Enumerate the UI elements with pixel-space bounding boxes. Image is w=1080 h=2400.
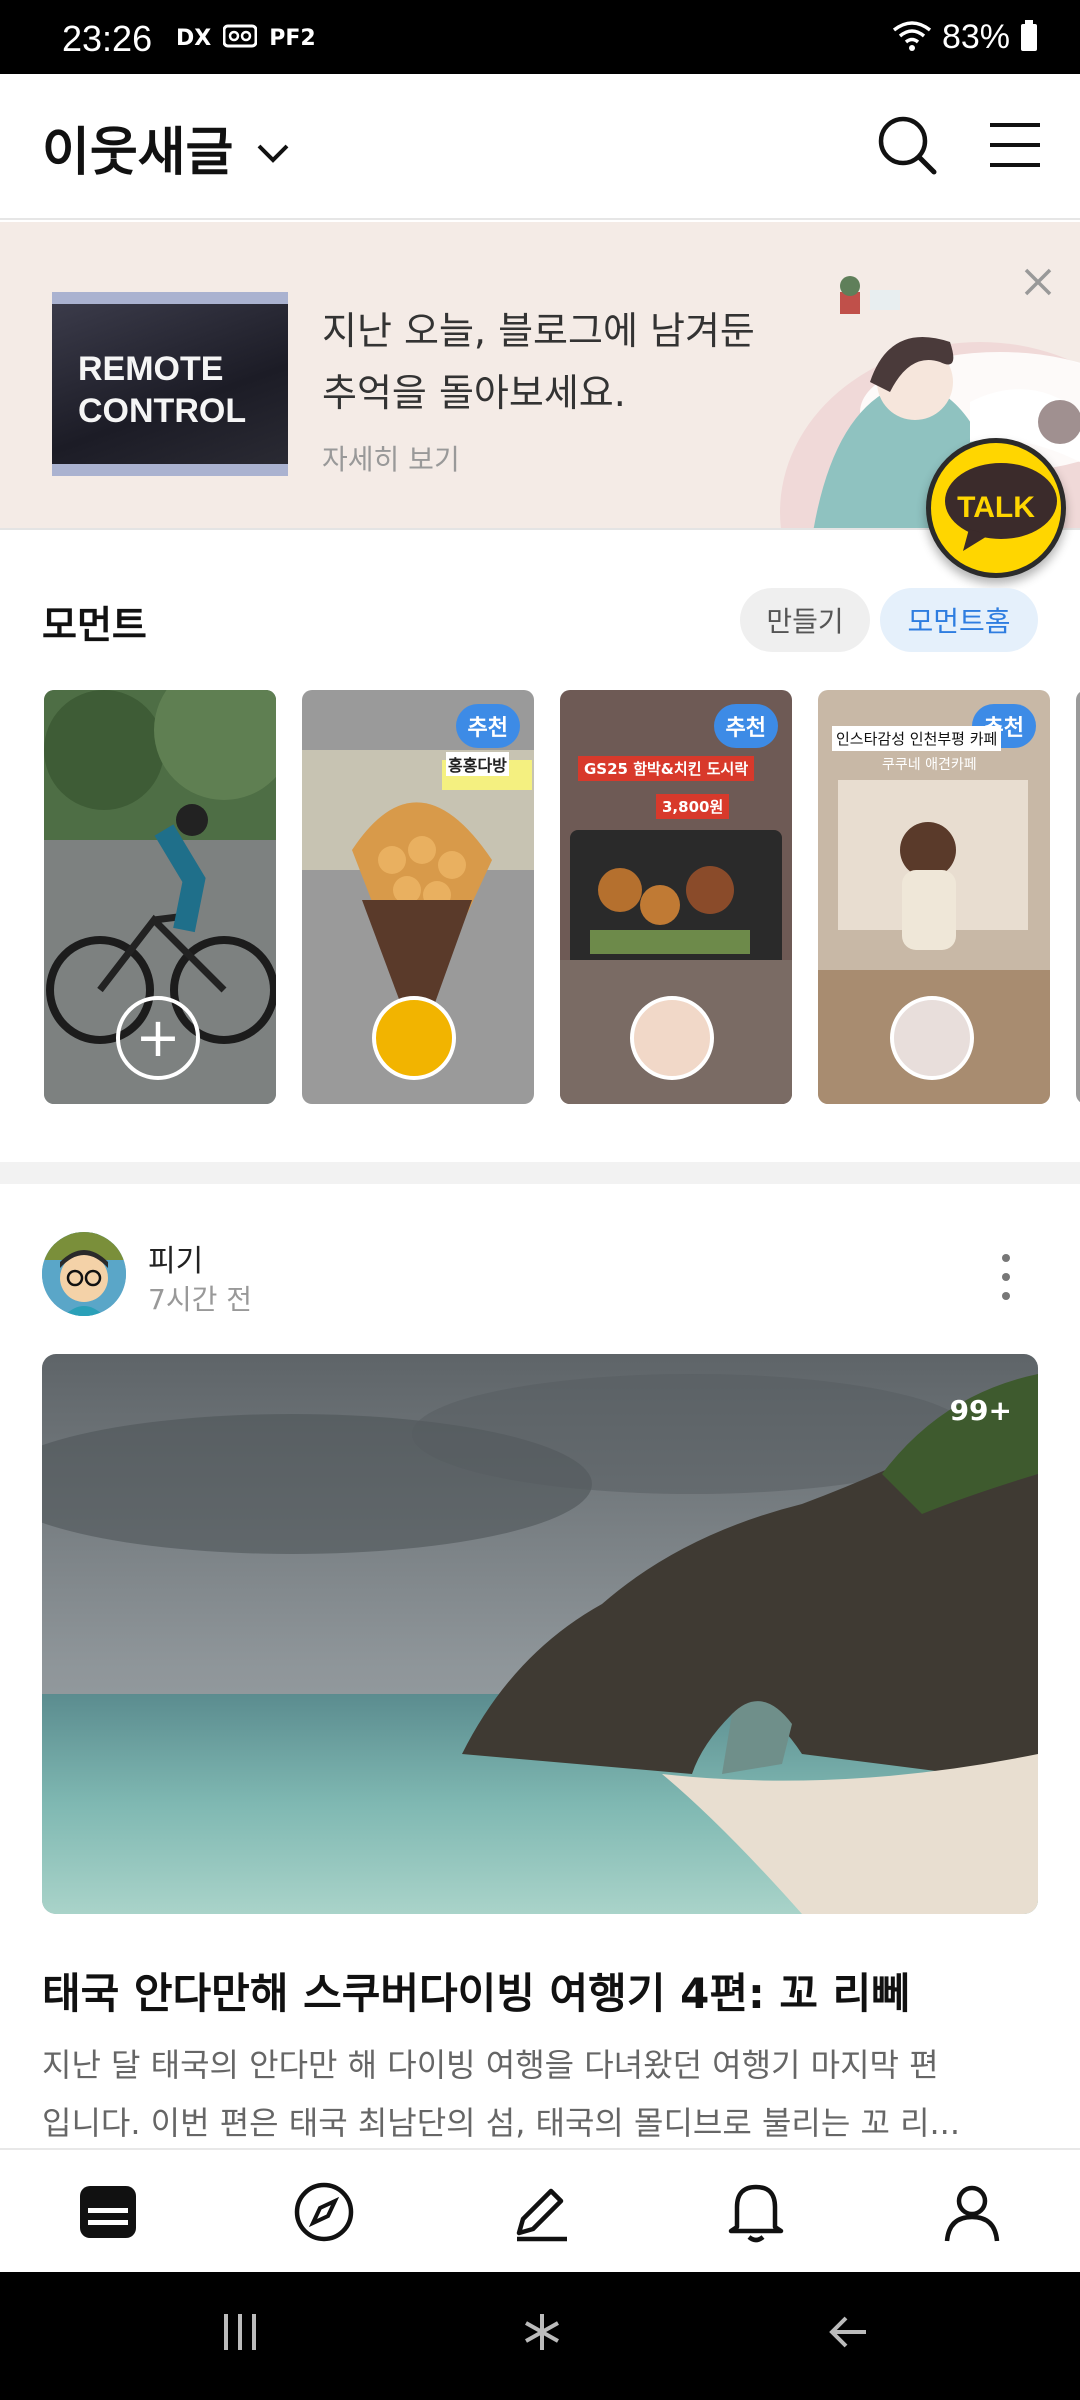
search-icon[interactable] <box>876 114 938 180</box>
back-icon[interactable] <box>826 2312 868 2356</box>
banner-line-2: 추억을 돌아보세요. <box>322 371 626 415</box>
moment-caption: 홍홍다방 <box>446 752 509 776</box>
moments-title: 모먼트 <box>42 603 147 647</box>
section-divider <box>0 1162 1080 1184</box>
menu-icon[interactable] <box>990 120 1040 174</box>
add-moment-icon[interactable]: + <box>116 996 200 1080</box>
status-bar: 23:26 DX PF2 83% <box>0 0 1080 74</box>
nav-explore[interactable] <box>288 2176 360 2248</box>
moment-price: 3,800원 <box>656 794 730 819</box>
banner-message: 지난 오늘, 블로그에 남겨둔 추억을 돌아보세요. <box>322 300 755 424</box>
moment-card[interactable]: + <box>44 690 276 1104</box>
moments-carousel[interactable]: + 추천 홍홍다방 추천 GS25 함박&치킨 도시락 3,800원 추천 인스… <box>44 690 1080 1104</box>
battery-icon <box>1020 19 1038 56</box>
home-icon[interactable] <box>522 2312 562 2356</box>
moment-card[interactable]: 추천 인스타감성 인천부평 카페 쿠쿠네 애견카페 <box>818 690 1050 1104</box>
chevron-down-icon <box>255 118 291 178</box>
banner-more-link[interactable]: 자세히 보기 <box>322 438 460 478</box>
moment-home-button[interactable]: 모먼트홈 <box>880 588 1038 652</box>
moment-subcaption: 쿠쿠네 애견카페 <box>882 757 977 773</box>
thumb-text-2: CONTROL <box>78 392 247 430</box>
voicemail-icon <box>222 24 258 52</box>
nav-notifications[interactable] <box>720 2176 792 2248</box>
nav-profile[interactable] <box>936 2176 1008 2248</box>
pencil-icon <box>516 2188 567 2242</box>
avatar <box>890 996 974 1080</box>
photo-count-badge: 99+ <box>949 1394 1012 1427</box>
moment-tag: GS25 함박&치킨 도시락 <box>578 756 755 781</box>
moment-create-button[interactable]: 만들기 <box>740 588 870 652</box>
person-icon <box>944 2185 1000 2242</box>
nav-write[interactable] <box>504 2176 576 2248</box>
status-time: 23:26 <box>62 18 153 59</box>
talk-label: TALK <box>957 491 1035 524</box>
banner-thumbnail: REMOTE CONTROL <box>52 292 288 476</box>
post-title[interactable]: 태국 안다만해 스쿠버다이빙 여행기 4편: 꼬 리뻬 <box>42 1960 910 2021</box>
app-header: 이웃새글 <box>0 74 1080 220</box>
thumb-text-1: REMOTE <box>78 350 224 388</box>
dx-icon: DX <box>176 25 212 51</box>
nav-feed[interactable] <box>72 2176 144 2248</box>
feed-icon <box>80 2186 136 2238</box>
author-name[interactable]: 피기 <box>148 1236 203 1280</box>
compass-icon <box>294 2182 354 2242</box>
recent-apps-icon[interactable] <box>222 2312 258 2356</box>
wifi-icon <box>892 20 932 56</box>
status-icons: DX PF2 <box>176 24 316 52</box>
recommended-badge: 추천 <box>713 704 778 748</box>
memory-banner[interactable]: REMOTE CONTROL 지난 오늘, 블로그에 남겨둔 추억을 돌아보세요.… <box>0 222 1080 530</box>
post-photo[interactable]: 99+ <box>42 1354 1038 1914</box>
moment-card[interactable]: 추천 홍홍다방 <box>302 690 534 1104</box>
recommended-badge: 추천 <box>455 704 520 748</box>
post-time: 7시간 전 <box>148 1283 252 1316</box>
bottom-navigation <box>0 2148 1080 2272</box>
post-excerpt-line: 지난 달 태국의 안다만 해 다이빙 여행을 다녀왔던 여행기 마지막 편 <box>42 2046 939 2084</box>
moment-caption: 인스타감성 인천부평 카페 <box>832 726 1002 751</box>
moment-card[interactable] <box>1076 690 1080 1104</box>
battery-percent: 83% <box>941 18 1010 56</box>
feed-selector[interactable]: 이웃새글 <box>42 110 291 185</box>
author-avatar[interactable] <box>42 1232 126 1316</box>
pf2-icon: PF2 <box>269 25 316 51</box>
system-navigation-bar <box>0 2272 1080 2400</box>
post-excerpt[interactable]: 지난 달 태국의 안다만 해 다이빙 여행을 다녀왔던 여행기 마지막 편 입니… <box>42 2036 1038 2152</box>
close-icon[interactable] <box>1018 262 1058 306</box>
talk-button[interactable]: TALK <box>926 438 1066 578</box>
page-title: 이웃새글 <box>42 123 234 183</box>
avatar <box>372 996 456 1080</box>
more-options-icon[interactable] <box>994 1252 1018 1306</box>
post-excerpt-line: 입니다. 이번 편은 태국 최남단의 섬, 태국의 몰디브로 불리는 꼬 리..… <box>42 2104 961 2142</box>
bell-icon <box>728 2184 784 2243</box>
banner-line-1: 지난 오늘, 블로그에 남겨둔 <box>322 309 755 353</box>
moment-card[interactable]: 추천 GS25 함박&치킨 도시락 3,800원 <box>560 690 792 1104</box>
avatar <box>630 996 714 1080</box>
